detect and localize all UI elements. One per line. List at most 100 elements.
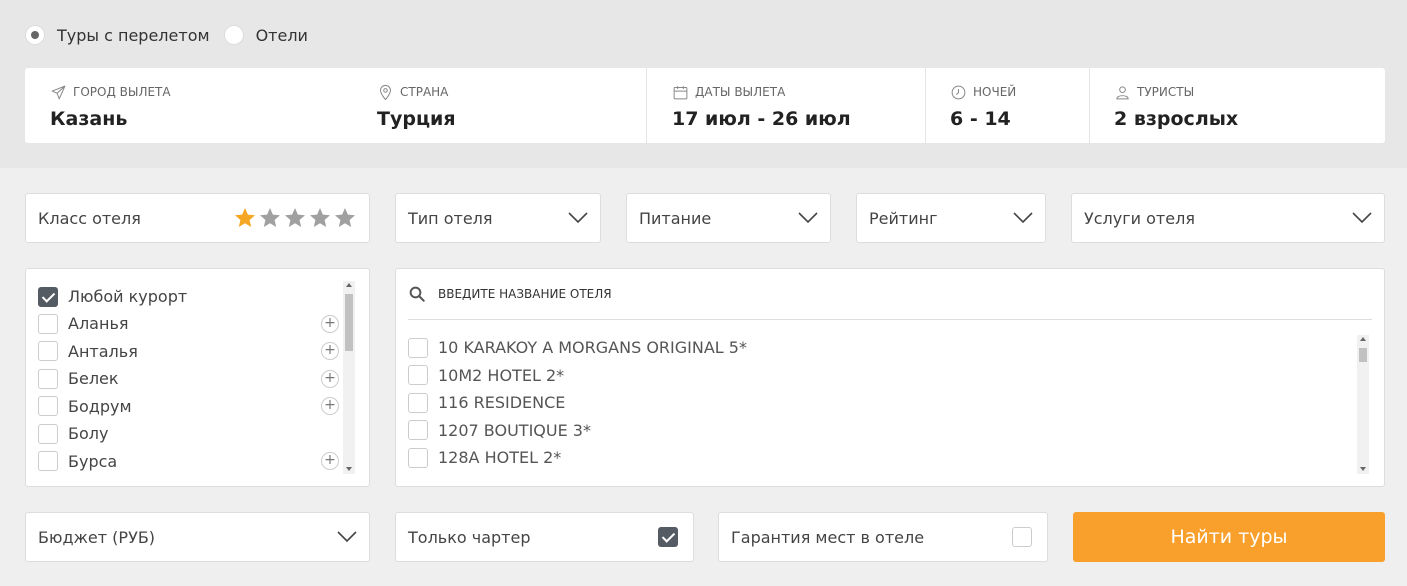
star-icon-4[interactable] [308, 206, 332, 230]
resort-item-antalya[interactable]: Анталья + [38, 338, 339, 366]
radio-tours-with-flight[interactable]: Туры с перелетом [25, 25, 210, 45]
nights-value: 6 - 14 [950, 108, 1011, 130]
hotel-class-filter[interactable]: Класс отеля [25, 193, 370, 243]
resort-checkbox[interactable] [38, 313, 58, 334]
departure-dates-label: ДАТЫ ВЫЛЕТА [695, 85, 786, 99]
hotel-item[interactable]: 128A HOTEL 2* [408, 444, 561, 472]
guarantee-toggle[interactable]: Гарантия мест в отеле [718, 512, 1048, 562]
hotels-list: 10 KARAKOY A MORGANS ORIGINAL 5* 10M2 HO… [395, 268, 1385, 487]
chevron-down-icon [1352, 212, 1372, 224]
scroll-up-arrow-icon[interactable] [346, 283, 352, 287]
hotel-class-stars [232, 206, 357, 230]
chevron-down-icon [337, 531, 357, 543]
budget-label: Бюджет (РУБ) [38, 527, 156, 547]
search-section-dates: ДАТЫ ВЫЛЕТА 17 июл - 26 июл [647, 68, 926, 143]
search-section-nights: НОЧЕЙ 6 - 14 [926, 68, 1090, 143]
resort-checkbox[interactable] [38, 341, 58, 362]
expand-plus-icon[interactable]: + [321, 314, 339, 333]
resort-label: Болу [68, 424, 109, 444]
hotels-scrollbar[interactable] [1357, 335, 1369, 474]
scroll-up-arrow-icon[interactable] [1360, 337, 1366, 341]
resort-item-belek[interactable]: Белек + [38, 365, 339, 393]
clock-icon [951, 85, 966, 99]
departure-dates-value: 17 июл - 26 июл [672, 108, 851, 130]
top-panel: Туры с перелетом Отели ГОРОД ВЫЛЕТА Каза… [0, 0, 1407, 168]
expand-plus-icon[interactable]: + [321, 342, 339, 361]
scrollbar-thumb[interactable] [1359, 348, 1367, 362]
star-icon-3[interactable] [283, 206, 307, 230]
departure-dates-field[interactable]: ДАТЫ ВЫЛЕТА 17 июл - 26 июл [672, 82, 851, 130]
resort-item-alanya[interactable]: Аланья + [38, 310, 339, 338]
star-icon-5[interactable] [333, 206, 357, 230]
resort-label: Анталья [68, 341, 138, 361]
resort-item-bodrum[interactable]: Бодрум + [38, 393, 339, 421]
hotel-item[interactable]: 1207 BOUTIQUE 3* [408, 417, 591, 445]
search-section-tourists: ТУРИСТЫ 2 взрослых [1090, 68, 1385, 143]
location-pin-icon [380, 84, 391, 100]
resort-checkbox[interactable] [38, 423, 58, 444]
hotel-checkbox[interactable] [408, 337, 428, 358]
tourists-field[interactable]: ТУРИСТЫ 2 взрослых [1114, 82, 1238, 130]
hotel-checkbox[interactable] [408, 365, 428, 386]
resort-item-any[interactable]: Любой курорт [38, 283, 339, 311]
rating-label: Рейтинг [869, 208, 938, 228]
hotel-item[interactable]: 10M2 HOTEL 2* [408, 362, 564, 390]
guarantee-checkbox[interactable] [1012, 527, 1032, 547]
resort-checkbox[interactable] [38, 396, 58, 417]
rating-dropdown[interactable]: Рейтинг [856, 193, 1046, 243]
resorts-scrollbar[interactable] [343, 281, 355, 474]
resort-item-bursa[interactable]: Бурса + [38, 448, 339, 476]
hotel-services-dropdown[interactable]: Услуги отеля [1071, 193, 1385, 243]
find-tours-button[interactable]: Найти туры [1073, 512, 1385, 562]
star-icon-2[interactable] [258, 206, 282, 230]
chevron-down-icon [798, 212, 818, 224]
user-icon [1116, 85, 1129, 99]
hotel-checkbox[interactable] [408, 447, 428, 468]
search-mode-radio-group: Туры с перелетом Отели [25, 25, 322, 45]
departure-city-field[interactable]: ГОРОД ВЫЛЕТА Казань [50, 82, 171, 130]
search-section-route: ГОРОД ВЫЛЕТА Казань СТРАНА Турция [25, 68, 647, 143]
star-icon-1[interactable] [233, 206, 257, 230]
charter-only-toggle[interactable]: Только чартер [395, 512, 694, 562]
radio-label: Туры с перелетом [57, 25, 210, 45]
radio-dot[interactable] [25, 25, 45, 45]
hotel-type-label: Тип отеля [408, 208, 493, 228]
hotel-label: 116 RESIDENCE [438, 393, 566, 413]
radio-dot[interactable] [223, 25, 244, 45]
radio-hotels[interactable]: Отели [223, 25, 308, 45]
hotel-item[interactable]: 116 RESIDENCE [408, 389, 565, 417]
resort-label: Белек [68, 369, 119, 389]
scroll-down-arrow-icon[interactable] [346, 467, 352, 471]
hotel-label: 10M2 HOTEL 2* [438, 365, 565, 385]
expand-plus-icon[interactable]: + [321, 452, 339, 471]
resort-checkbox[interactable] [38, 286, 58, 307]
scrollbar-thumb[interactable] [345, 294, 353, 351]
search-bar: ГОРОД ВЫЛЕТА Казань СТРАНА Турция ДАТЫ В… [25, 68, 1385, 143]
hotel-search-input[interactable] [438, 287, 1338, 301]
hotel-item[interactable]: 10 KARAKOY A MORGANS ORIGINAL 5* [408, 334, 747, 362]
hotel-class-label: Класс отеля [38, 208, 141, 228]
resort-label: Аланья [68, 314, 129, 334]
scroll-down-arrow-icon[interactable] [1360, 467, 1366, 471]
chevron-down-icon [1013, 212, 1033, 224]
hotel-services-label: Услуги отеля [1084, 208, 1195, 228]
hotel-type-dropdown[interactable]: Тип отеля [395, 193, 601, 243]
expand-plus-icon[interactable]: + [321, 397, 339, 416]
hotel-checkbox[interactable] [408, 392, 428, 413]
tourists-label: ТУРИСТЫ [1137, 85, 1195, 99]
resort-label: Бодрум [68, 396, 132, 416]
meals-dropdown[interactable]: Питание [626, 193, 831, 243]
hotel-label: 1207 BOUTIQUE 3* [438, 420, 591, 440]
search-icon [409, 286, 425, 302]
resort-checkbox[interactable] [38, 368, 58, 389]
country-field[interactable]: СТРАНА Турция [377, 82, 456, 130]
expand-plus-icon[interactable]: + [321, 369, 339, 388]
guarantee-label: Гарантия мест в отеле [731, 527, 925, 547]
resort-checkbox[interactable] [38, 451, 58, 472]
budget-dropdown[interactable]: Бюджет (РУБ) [25, 512, 370, 562]
nights-field[interactable]: НОЧЕЙ 6 - 14 [950, 82, 1016, 130]
charter-only-checkbox[interactable] [658, 527, 678, 547]
resort-item-bolu[interactable]: Болу [38, 420, 339, 448]
plane-icon [51, 85, 66, 99]
hotel-checkbox[interactable] [408, 420, 428, 441]
